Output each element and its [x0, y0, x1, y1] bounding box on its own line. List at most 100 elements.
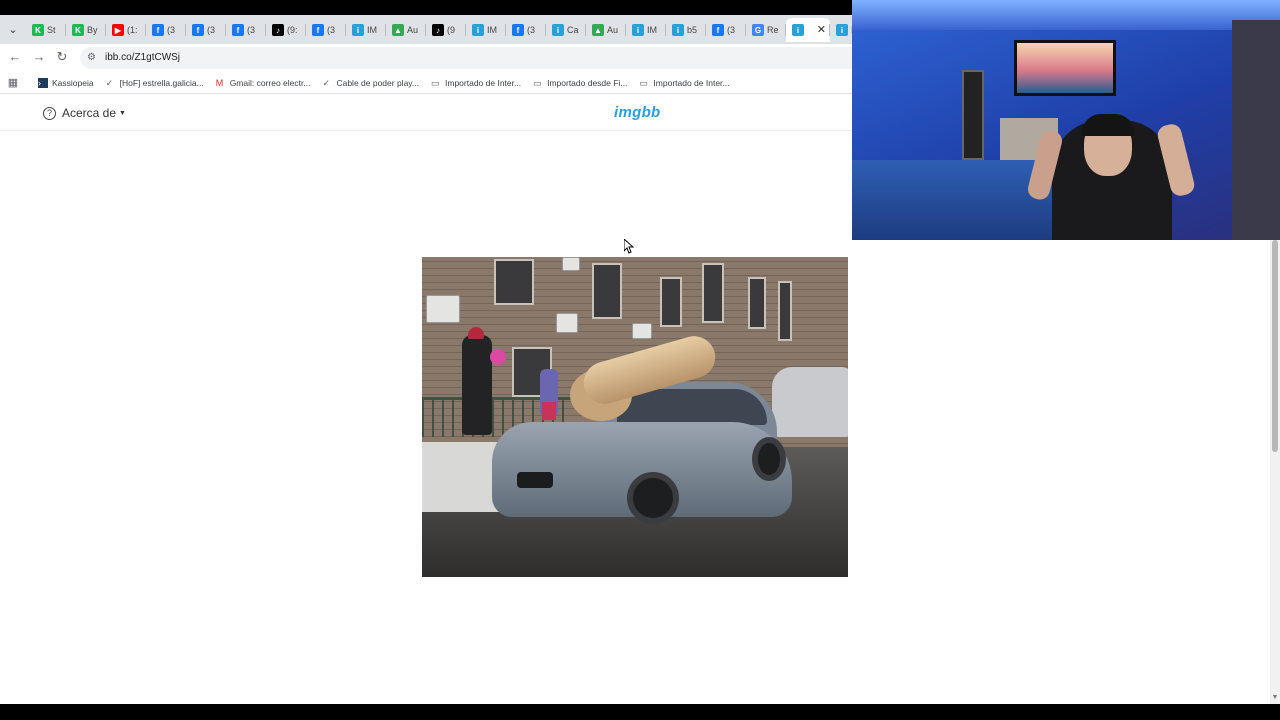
about-label: Acerca de: [62, 106, 117, 120]
bookmark-item[interactable]: ✓ [HoF] estrella.galicia...: [106, 78, 204, 88]
tab[interactable]: i Ca: [546, 18, 586, 42]
google-icon: G: [752, 24, 764, 36]
back-icon[interactable]: ←: [7, 49, 23, 65]
tab[interactable]: ▲ Au: [386, 18, 426, 42]
tab[interactable]: f (3: [186, 18, 226, 42]
k-icon: K: [32, 24, 44, 36]
imgbb-logo[interactable]: imgbb: [614, 104, 661, 121]
tab[interactable]: K By: [66, 18, 106, 42]
tab-label: (3: [207, 25, 216, 35]
image-window: [748, 277, 766, 329]
tab-label: (1:: [127, 25, 138, 35]
tab-active[interactable]: i ✕: [786, 18, 830, 42]
webcam-frame: [962, 70, 984, 160]
webcam-cap: [1082, 114, 1134, 136]
bookmark-icon: ✓: [322, 77, 331, 88]
bookmark-item[interactable]: ▭ Importado de Inter...: [639, 78, 729, 88]
url-text[interactable]: ibb.co/Z1gtCWSj: [105, 52, 180, 63]
tab[interactable]: ♪ (9:: [266, 18, 306, 42]
image-background-car: [772, 367, 848, 437]
reload-icon[interactable]: ↻: [54, 49, 70, 65]
image-wheel: [752, 437, 786, 481]
image-window: [592, 263, 622, 319]
tab[interactable]: f (3: [706, 18, 746, 42]
forward-icon[interactable]: →: [31, 49, 47, 65]
bottom-bar: [0, 704, 1280, 720]
image-window: [660, 277, 682, 327]
tab-label: IM: [647, 25, 657, 35]
about-menu[interactable]: ? Acerca de ▼: [43, 106, 126, 120]
caret-down-icon: ▼: [119, 109, 126, 117]
close-tab-icon[interactable]: ✕: [817, 23, 826, 36]
tab[interactable]: f (3: [146, 18, 186, 42]
tab[interactable]: ▲ Au: [586, 18, 626, 42]
image-child-legs: [542, 402, 556, 420]
tab-label: Au: [407, 25, 419, 35]
image-ac-unit: [556, 313, 578, 333]
image-person: [462, 335, 492, 435]
facebook-icon: f: [192, 24, 204, 36]
scrollbar[interactable]: ▼: [1270, 240, 1280, 704]
tab-label: (3: [247, 25, 256, 35]
k-icon: K: [72, 24, 84, 36]
tab[interactable]: f (3: [226, 18, 266, 42]
image-window: [778, 281, 792, 341]
bookmark-item[interactable]: ▭ Importado de Inter...: [431, 78, 521, 88]
tab-label: Re: [767, 25, 779, 35]
tab[interactable]: f (3: [306, 18, 346, 42]
facebook-icon: f: [512, 24, 524, 36]
tab[interactable]: ▶ (1:: [106, 18, 146, 42]
question-circle-icon: ?: [43, 106, 56, 120]
imgbb-icon: i: [632, 24, 644, 36]
imgbb-icon: i: [552, 24, 564, 36]
tab-label: IM: [367, 25, 377, 35]
tab-label: (3: [527, 25, 536, 35]
image-ac-unit: [562, 257, 580, 271]
gmail-icon: M: [215, 77, 224, 88]
tab[interactable]: iIM: [626, 18, 666, 42]
scrollbar-thumb[interactable]: [1272, 240, 1278, 452]
facebook-icon: f: [712, 24, 724, 36]
tab-search-icon[interactable]: ⌄: [4, 20, 22, 40]
tab-list: K St K By ▶ (1: f (3 f (3 f (3 ♪ (9: f (3 i IM ▲ Au ♪ (9 i IM f(…: [26, 18, 870, 44]
bookmark-icon: ✓: [105, 77, 114, 88]
tab-label: Ca: [567, 25, 579, 35]
uploaded-image[interactable]: [422, 257, 848, 577]
apps-grid-icon[interactable]: ▦: [0, 76, 26, 89]
tab[interactable]: iIM: [466, 18, 506, 42]
image-window: [494, 259, 534, 305]
tab[interactable]: K St: [26, 18, 66, 42]
bookmark-label: Cable de poder play...: [336, 77, 420, 88]
tab-label: b5: [687, 25, 698, 35]
imgbb-icon: i: [836, 24, 848, 36]
tab[interactable]: iIM: [346, 18, 386, 42]
bookmark-label: Importado de Inter...: [445, 77, 522, 88]
scroll-down-arrow-icon[interactable]: ▼: [1270, 694, 1280, 704]
kassiopeia-icon: ›: [38, 77, 48, 88]
tiktok-icon: ♪: [272, 24, 284, 36]
image-ac-unit: [632, 323, 652, 339]
drive-icon: ▲: [592, 24, 604, 36]
tab[interactable]: ♪ (9: [426, 18, 466, 42]
tab-label: (9:: [287, 25, 298, 35]
webcam-overlay: [852, 0, 1280, 240]
tab[interactable]: G Re: [746, 18, 786, 42]
image-ac-unit: [426, 295, 460, 323]
site-settings-icon[interactable]: ⚙: [87, 52, 99, 64]
tab-label: (3: [167, 25, 176, 35]
tab-label: Au: [607, 25, 619, 35]
bookmark-item[interactable]: M Gmail: correo electr...: [216, 78, 311, 88]
bookmark-item[interactable]: › Kassiopeia: [38, 77, 94, 88]
facebook-icon: f: [152, 24, 164, 36]
tab[interactable]: f (3: [506, 18, 546, 42]
bookmark-item[interactable]: ▭ Importado desde Fi...: [533, 78, 627, 88]
tab-label: (3: [727, 25, 736, 35]
tab[interactable]: i b5: [666, 18, 706, 42]
bookmark-item[interactable]: ✓ Cable de poder play...: [322, 78, 419, 88]
imgbb-icon: i: [352, 24, 364, 36]
facebook-icon: f: [232, 24, 244, 36]
tiktok-icon: ♪: [432, 24, 444, 36]
image-balloon: [490, 349, 506, 365]
youtube-icon: ▶: [112, 24, 124, 36]
tab-label: St: [47, 25, 56, 35]
